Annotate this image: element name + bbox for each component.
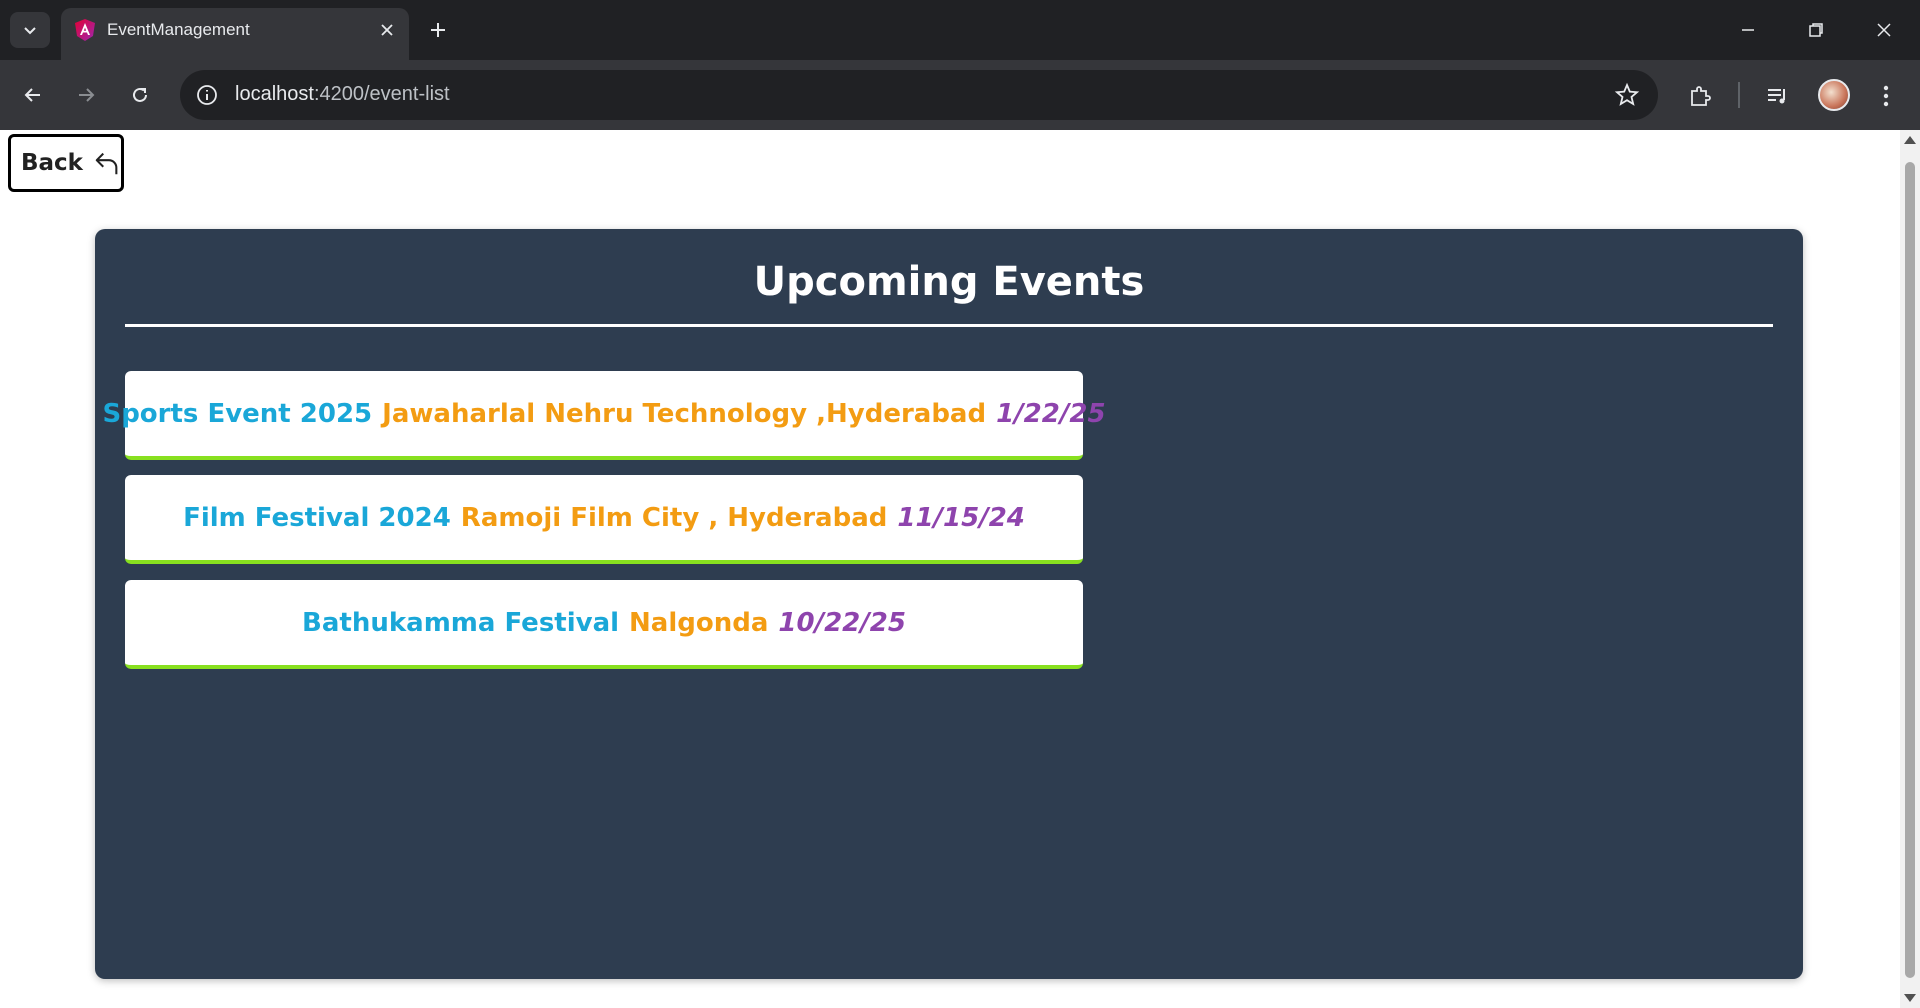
scroll-up-icon[interactable] <box>1904 136 1916 144</box>
event-name: Sports Event 2025 <box>102 398 373 429</box>
event-date: 10/22/25 <box>778 607 906 638</box>
title-divider <box>125 324 1773 327</box>
reload-icon <box>133 87 147 102</box>
back-button[interactable]: Back <box>8 134 124 192</box>
tab-search-button[interactable] <box>10 12 50 48</box>
forward-nav-button[interactable] <box>68 77 104 113</box>
event-date: 11/15/24 <box>897 502 1025 533</box>
event-card[interactable]: Film Festival 2024 Ramoji Film City , Hy… <box>125 475 1083 564</box>
tab-title: EventManagement <box>107 20 250 39</box>
media-button[interactable] <box>1762 80 1794 112</box>
page-title: Upcoming Events <box>753 259 1145 305</box>
event-name: Film Festival 2024 <box>183 502 451 533</box>
browser-toolbar: localhost:4200/event-list <box>0 60 1920 130</box>
angular-logo-icon <box>75 19 95 41</box>
undo-arrow-icon <box>95 152 118 175</box>
arrow-left-icon <box>24 88 40 102</box>
back-nav-button[interactable] <box>15 77 51 113</box>
url-host: localhost <box>235 83 314 105</box>
chevron-down-icon <box>24 27 36 35</box>
event-venue: Jawaharlal Nehru Technology ,Hyderabad <box>382 398 987 429</box>
profile-avatar[interactable] <box>1818 79 1850 111</box>
close-icon <box>381 24 393 36</box>
events-panel: Upcoming Events Sports Event 2025 Jawaha… <box>95 229 1803 979</box>
extensions-button[interactable] <box>1684 80 1716 112</box>
page-scrollbar[interactable] <box>1900 130 1920 1008</box>
url-text: localhost:4200/event-list <box>235 83 450 106</box>
puzzle-icon <box>1691 86 1711 106</box>
toolbar-divider <box>1738 82 1740 108</box>
minimize-button[interactable] <box>1720 6 1776 54</box>
menu-button[interactable] <box>1870 80 1902 112</box>
star-icon[interactable] <box>1614 82 1640 108</box>
url-path: :4200/event-list <box>313 83 450 105</box>
arrow-right-icon <box>79 88 95 102</box>
event-venue: Ramoji Film City , Hyderabad <box>460 502 888 533</box>
event-card[interactable]: Bathukamma Festival Nalgonda 10/22/25 <box>125 580 1083 669</box>
scroll-thumb[interactable] <box>1905 162 1915 978</box>
more-vertical-icon <box>1883 85 1889 107</box>
restore-icon <box>1809 23 1823 37</box>
close-icon <box>1877 23 1891 37</box>
new-tab-button[interactable] <box>422 14 454 46</box>
minimize-icon <box>1742 29 1754 31</box>
info-icon[interactable] <box>194 82 220 108</box>
event-date: 1/22/25 <box>996 398 1106 429</box>
reload-button[interactable] <box>122 77 158 113</box>
address-bar[interactable]: localhost:4200/event-list <box>180 70 1658 120</box>
tab-close-button[interactable] <box>375 18 399 42</box>
browser-tab[interactable]: EventManagement <box>61 8 409 60</box>
close-window-button[interactable] <box>1856 6 1912 54</box>
plus-icon <box>431 23 445 37</box>
scroll-down-icon[interactable] <box>1904 994 1916 1002</box>
event-venue: Nalgonda <box>629 607 769 638</box>
event-name: Bathukamma Festival <box>302 607 620 638</box>
browser-tab-bar: EventManagement <box>0 0 1920 60</box>
event-card[interactable]: Sports Event 2025 Jawaharlal Nehru Techn… <box>102 371 1106 460</box>
back-button-label: Back <box>21 150 83 176</box>
media-queue-icon <box>1768 89 1785 104</box>
restore-button[interactable] <box>1788 6 1844 54</box>
page-content: Back Upcoming Events Sports Event 2025 J… <box>0 130 1900 1008</box>
